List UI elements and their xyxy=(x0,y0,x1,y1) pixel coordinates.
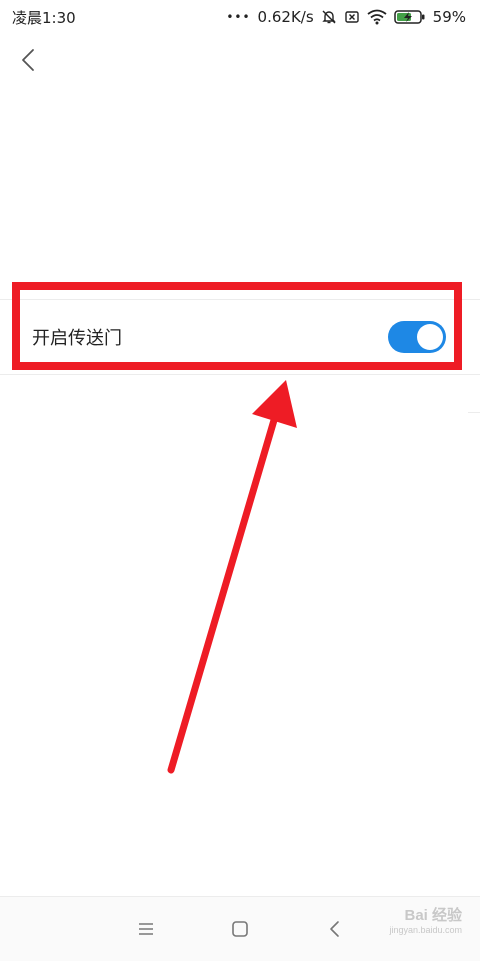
home-icon xyxy=(232,921,248,937)
nav-back-button[interactable] xyxy=(324,919,344,939)
baidu-watermark: Bai 经验 jingyan.baidu.com xyxy=(389,904,462,935)
back-icon xyxy=(330,921,339,937)
home-button[interactable] xyxy=(230,919,250,939)
menu-button[interactable] xyxy=(136,919,156,939)
red-arrow-annotation xyxy=(167,380,297,774)
menu-icon xyxy=(139,923,153,935)
watermark-sub: jingyan.baidu.com xyxy=(389,925,462,935)
watermark-main: Bai 经验 xyxy=(404,907,462,924)
